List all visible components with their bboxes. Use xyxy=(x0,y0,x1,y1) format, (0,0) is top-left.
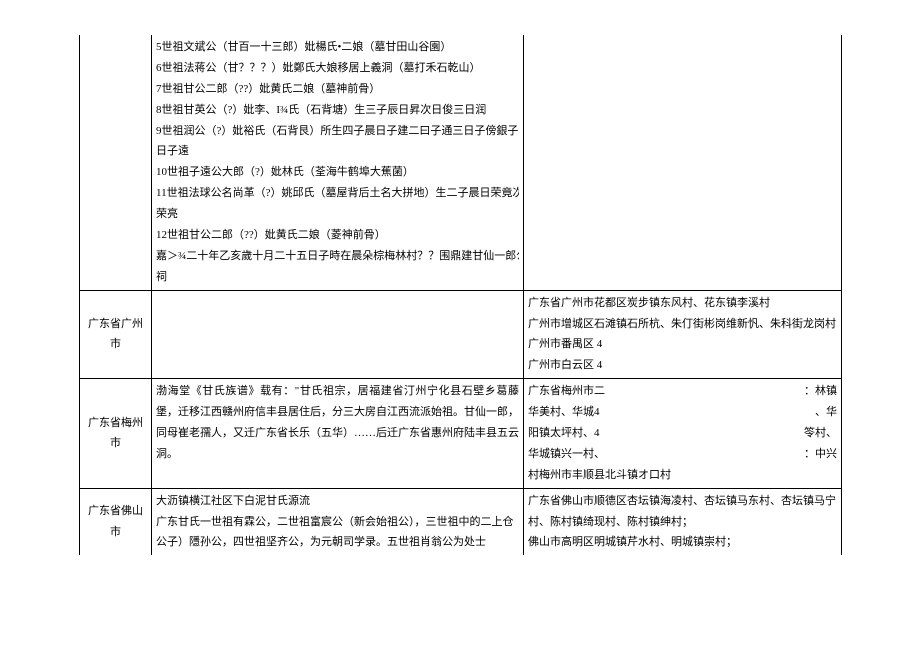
table-row: 5世祖文斌公（甘百一十三郎）妣楊氏•二娘（墓甘田山谷園） 6世祖法蒋公（甘？？？… xyxy=(80,35,842,290)
text-line: 大沥镇横江社区下白泥甘氏源流 xyxy=(156,491,519,512)
cell-region: 广东省广州市 xyxy=(80,290,152,379)
page: { "rows": [ { "col1": "", "col2_lines": … xyxy=(0,0,920,651)
table-row: 广东省广州市 广东省广州市花都区炭步镇东风村、花东镇李溪村 广州市增城区石滩镇石… xyxy=(80,290,842,379)
text-line: 6世祖法蒋公（甘？？？）妣鄭氏大娘移居上義洞（墓打禾石乾山） xyxy=(156,58,519,79)
text-left: 广东省梅州市二 xyxy=(528,381,605,402)
text-line: 广州市白云区 4 xyxy=(528,355,837,376)
region-label: 广东省广州市 xyxy=(88,318,143,351)
text-right: 笭村、 xyxy=(804,423,837,444)
text-line: 村、陈村镇绮现村、陈村镇绅村； xyxy=(528,512,837,533)
cell-locations xyxy=(524,35,842,290)
text-line: 7世祖甘公二郎（??）妣黄氏二娘（墓神前骨） xyxy=(156,79,519,100)
cell-locations: 广东省梅州市二 ：林镇 华美村、华城4 、华 阳镇太坪村、4 笭村、 华城镇兴一… xyxy=(524,379,842,488)
text-line: 村梅州市丰顺县北斗镇オ口村 xyxy=(528,465,837,486)
text-line: 阳镇太坪村、4 笭村、 xyxy=(528,423,837,444)
text-line: 荣亮 xyxy=(156,204,519,225)
main-table: 5世祖文斌公（甘百一十三郎）妣楊氏•二娘（墓甘田山谷園） 6世祖法蒋公（甘？？？… xyxy=(79,35,842,555)
cell-genealogy: 渤海堂《甘氏族谱》载有："甘氏祖宗，居福建省汀州宁化县石壁乡葛藤堡，迁移江西赣州… xyxy=(152,379,524,488)
text-line: 广州市增城区石滩镇石所杭、朱仃街彬岗维新忛、朱科街龙岗村 xyxy=(528,314,837,335)
cell-region: 广东省梅州市 xyxy=(80,379,152,488)
text-right: ：林镇 xyxy=(804,381,837,402)
text-line: 11世祖法球公名尚革（?）姚邱氏（墓屋背后土名大拼地）生二子晨日荣竟次日 xyxy=(156,183,519,204)
text-line: 广东省广州市花都区炭步镇东风村、花东镇李溪村 xyxy=(528,293,837,314)
text-line: 佛山市高明区明城镇芹水村、明城镇崇村； xyxy=(528,532,837,553)
text-line: 公子）隱孙公，四世祖坚齐公，为元朝司学录。五世祖肖翁公为处士 xyxy=(156,532,519,553)
text-left: 阳镇太坪村、4 xyxy=(528,423,600,444)
text-right: 、华 xyxy=(815,402,837,423)
text-line: 华城镇兴一村、 ：中兴 xyxy=(528,444,837,465)
cell-genealogy xyxy=(152,290,524,379)
cell-locations: 广东省广州市花都区炭步镇东风村、花东镇李溪村 广州市增城区石滩镇石所杭、朱仃街彬… xyxy=(524,290,842,379)
cell-region: 广东省佛山市 xyxy=(80,488,152,555)
text-line: 广州市番禺区 4 xyxy=(528,334,837,355)
text-line: 12世祖甘公二郎（??）妣黄氏二娘（菱神前骨） xyxy=(156,225,519,246)
text-right: ：中兴 xyxy=(804,444,837,465)
text-line: 8世祖甘英公（?）妣李、I¾氏（石背塘）生三子辰日昇次日俊三日润 xyxy=(156,100,519,121)
text-line: 广东省梅州市二 ：林镇 xyxy=(528,381,837,402)
text-left: 华城镇兴一村、 xyxy=(528,444,605,465)
text-block: 渤海堂《甘氏族谱》载有："甘氏祖宗，居福建省汀州宁化县石壁乡葛藤堡，迁移江西赣州… xyxy=(156,385,519,460)
text-line: 华美村、华城4 、华 xyxy=(528,402,837,423)
text-left: 华美村、华城4 xyxy=(528,402,600,423)
text-line: 9世祖润公（?）妣裕氏（石背艮）所生四子晨日子建二曰子通三日子傍銀子四 xyxy=(156,121,519,142)
cell-region xyxy=(80,35,152,290)
region-label: 广东省梅州市 xyxy=(88,417,143,450)
text-line: 10世祖子遠公大郎（?）妣林氏（荃海牛鹤埠大蕉菌） xyxy=(156,162,519,183)
region-label: 广东省佛山市 xyxy=(88,505,143,538)
table-row: 广东省梅州市 渤海堂《甘氏族谱》载有："甘氏祖宗，居福建省汀州宁化县石壁乡葛藤堡… xyxy=(80,379,842,488)
cell-locations: 广东省佛山市顺德区杏坛镇海凌村、杏坛镇马东村、杏坛镇马宁 村、陈村镇绮现村、陈村… xyxy=(524,488,842,555)
cell-genealogy: 5世祖文斌公（甘百一十三郎）妣楊氏•二娘（墓甘田山谷園） 6世祖法蒋公（甘？？？… xyxy=(152,35,524,290)
cell-genealogy: 大沥镇横江社区下白泥甘氏源流 广东甘氏一世祖有霖公，二世祖富宸公（新会始祖公），… xyxy=(152,488,524,555)
text-line: 广东甘氏一世祖有霖公，二世祖富宸公（新会始祖公），三世祖中的二上仓（二 xyxy=(156,512,519,533)
text-line: 5世祖文斌公（甘百一十三郎）妣楊氏•二娘（墓甘田山谷園） xyxy=(156,37,519,58)
text-line: 嘉＞¾二十年乙亥歲十月二十五日子時在晨朵棕梅林村？？围鼎建甘仙一郎公^ xyxy=(156,246,519,267)
text-line: 祠 xyxy=(156,267,519,288)
table-row: 广东省佛山市 大沥镇横江社区下白泥甘氏源流 广东甘氏一世祖有霖公，二世祖富宸公（… xyxy=(80,488,842,555)
text-line: 日子遠 xyxy=(156,141,519,162)
text-line: 广东省佛山市顺德区杏坛镇海凌村、杏坛镇马东村、杏坛镇马宁 xyxy=(528,491,837,512)
